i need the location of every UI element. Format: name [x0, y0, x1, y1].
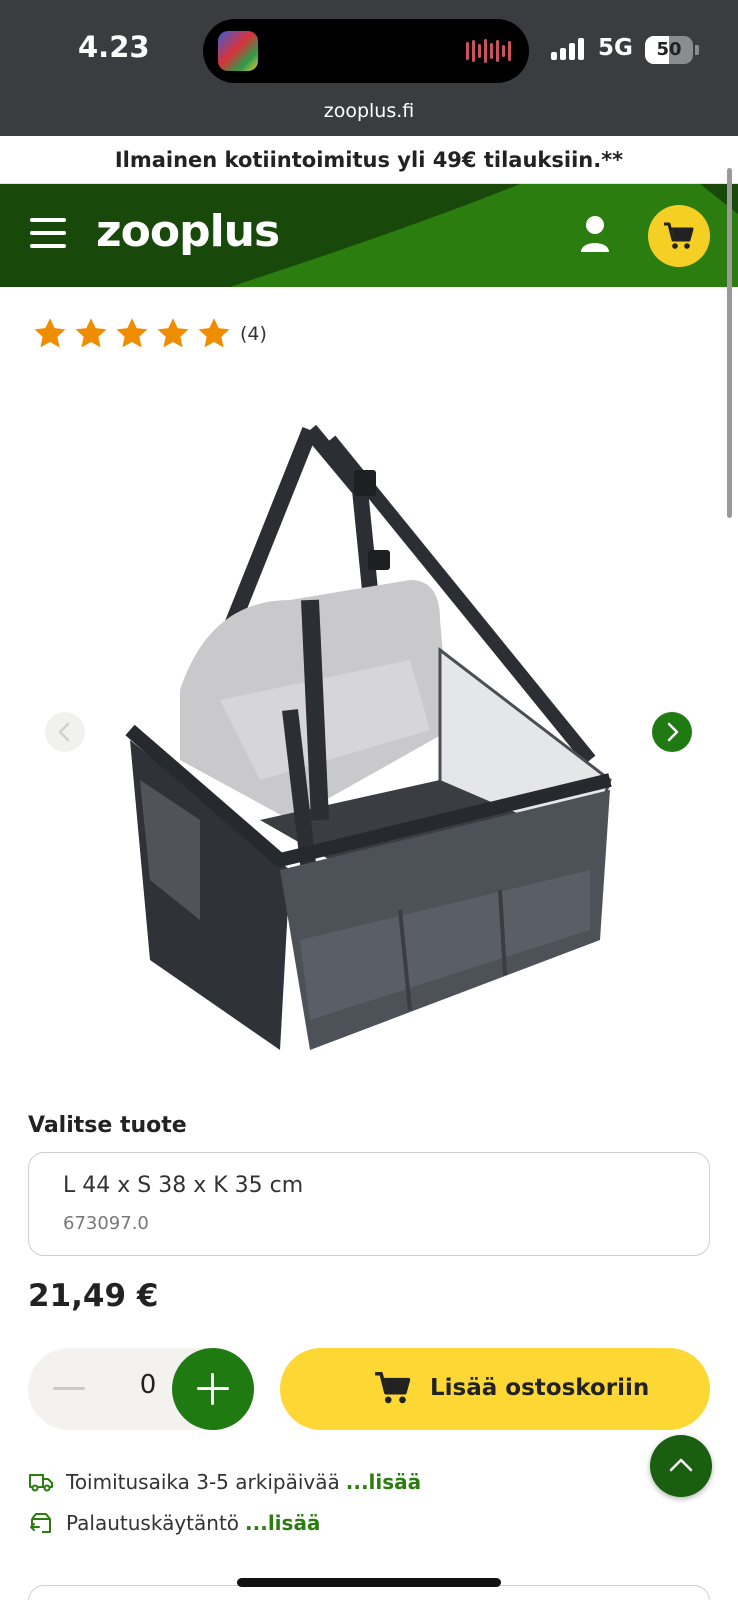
gallery-next-button[interactable]	[652, 712, 692, 752]
rating-count: (4)	[240, 323, 267, 345]
product-price: 21,49 €	[28, 1278, 159, 1314]
free-delivery-banner[interactable]: Ilmainen kotiintoimitus yli 49€ tilauksi…	[0, 136, 738, 184]
cart-button[interactable]	[648, 205, 710, 267]
battery-icon: 50	[645, 36, 693, 64]
variant-sku: 673097.0	[63, 1213, 149, 1234]
returns-info: Palautuskäytäntö ...lisää	[28, 1511, 320, 1535]
product-rating[interactable]: (4)	[32, 316, 267, 352]
account-button[interactable]	[578, 214, 612, 254]
menu-button[interactable]	[30, 218, 66, 248]
variant-option[interactable]: L 44 x S 38 x K 35 cm 673097.0	[28, 1152, 710, 1256]
add-to-cart-label: Lisää ostoskoriin	[430, 1375, 650, 1401]
user-icon	[581, 216, 609, 252]
battery-percent: 50	[656, 39, 682, 60]
star-icon	[157, 318, 189, 348]
quantity-decrease-button[interactable]	[53, 1387, 85, 1390]
scroll-to-top-button[interactable]	[650, 1435, 712, 1497]
delivery-more-link[interactable]: ...lisää	[346, 1470, 421, 1494]
star-icon	[75, 318, 107, 348]
return-box-icon	[30, 1513, 51, 1533]
network-type: 5G	[598, 35, 633, 61]
returns-more-link[interactable]: ...lisää	[245, 1511, 320, 1535]
zooplus-logo[interactable]: zooplus	[96, 206, 280, 257]
dynamic-island[interactable]	[203, 19, 529, 83]
audio-waveform-icon	[466, 39, 511, 63]
chevron-left-icon	[58, 722, 70, 742]
home-indicator[interactable]	[237, 1578, 501, 1587]
site-header: zooplus	[0, 184, 738, 287]
chevron-up-icon	[669, 1458, 693, 1472]
variant-size: L 44 x S 38 x K 35 cm	[63, 1173, 304, 1198]
battery-tip	[695, 45, 699, 55]
quantity-value[interactable]: 0	[128, 1370, 168, 1400]
signal-icon	[551, 38, 584, 60]
star-icon	[116, 318, 148, 348]
now-playing-app-icon	[218, 31, 258, 71]
gallery-prev-button[interactable]	[45, 712, 85, 752]
address-bar-url[interactable]: zooplus.fi	[0, 100, 738, 122]
delivery-truck-icon	[29, 1474, 53, 1492]
next-section-card[interactable]	[28, 1585, 710, 1600]
product-gallery[interactable]	[0, 370, 738, 1070]
quantity-increase-button[interactable]	[172, 1348, 254, 1430]
delivery-info: Toimitusaika 3-5 arkipäivää ...lisää	[28, 1470, 421, 1494]
shopping-cart-icon	[375, 1371, 411, 1404]
returns-policy-text: Palautuskäytäntö	[66, 1511, 240, 1535]
shopping-cart-icon	[664, 222, 694, 249]
quantity-stepper: 0	[28, 1348, 254, 1430]
variant-section-title: Valitse tuote	[28, 1113, 187, 1138]
delivery-time-text: Toimitusaika 3-5 arkipäivää	[66, 1470, 340, 1494]
star-icon	[34, 318, 66, 348]
star-icon	[198, 318, 230, 348]
status-bar: 4.23 5G 50 zooplus.fi	[0, 0, 738, 136]
chevron-right-icon	[667, 722, 679, 742]
add-to-cart-button[interactable]: Lisää ostoskoriin	[280, 1348, 710, 1430]
product-image-car-seat-bag[interactable]	[110, 400, 630, 1060]
status-time: 4.23	[78, 30, 150, 64]
